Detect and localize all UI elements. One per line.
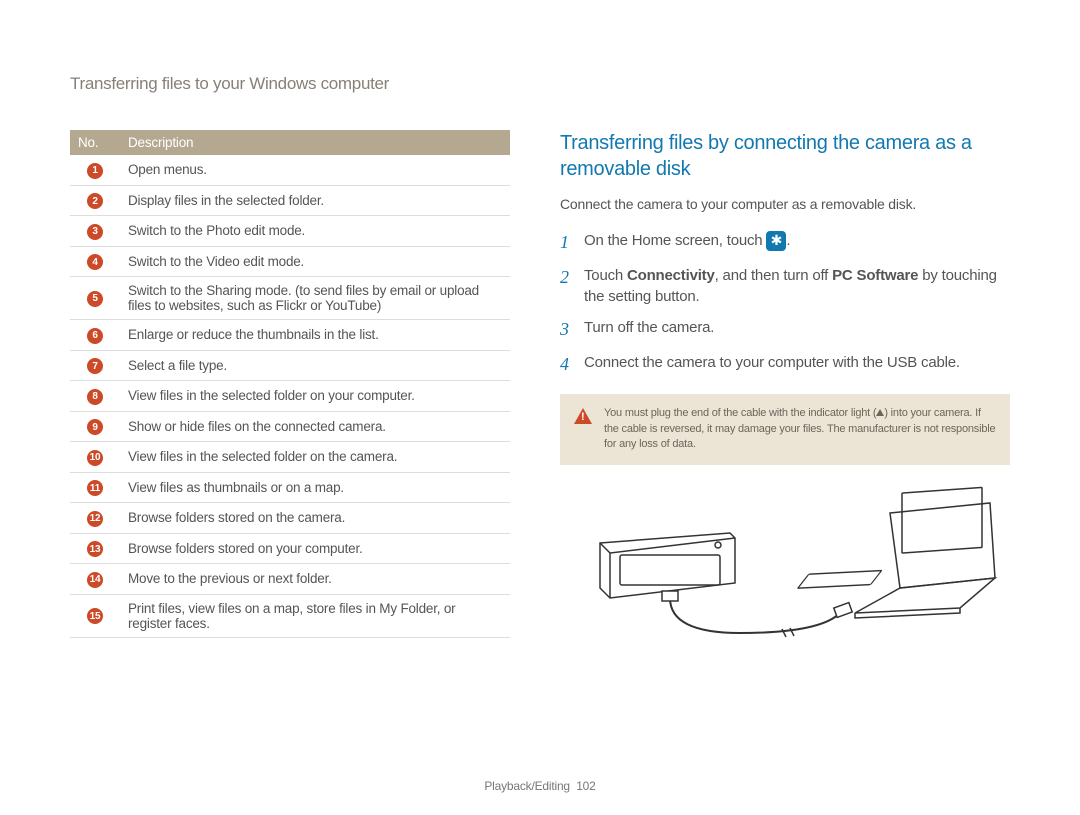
step-number: 4 — [560, 352, 574, 377]
step-number: 3 — [560, 317, 574, 342]
number-bullet-icon: 10 — [87, 450, 103, 466]
row-description: Open menus. — [120, 155, 510, 185]
table-row: 5 Switch to the Sharing mode. (to send fi… — [70, 277, 510, 320]
row-number-cell: 4 — [70, 246, 120, 277]
row-description: Browse folders stored on the camera. — [120, 503, 510, 534]
connection-illustration — [560, 483, 1010, 663]
step-text: Turn off the camera. — [584, 317, 1010, 342]
number-bullet-icon: 7 — [87, 358, 103, 374]
row-number-cell: 8 — [70, 381, 120, 412]
number-bullet-icon: 11 — [87, 480, 103, 496]
warning-icon — [574, 408, 592, 424]
row-number-cell: 10 — [70, 442, 120, 473]
row-number-cell: 1 — [70, 155, 120, 185]
step2-pre: Touch — [584, 267, 627, 284]
number-bullet-icon: 9 — [87, 419, 103, 435]
row-number-cell: 9 — [70, 411, 120, 442]
row-number-cell: 3 — [70, 216, 120, 247]
row-description: Print files, view files on a map, store … — [120, 594, 510, 637]
steps-list: 1 On the Home screen, touch ✱. 2 Touch C… — [560, 230, 1010, 378]
row-description: View files in the selected folder on the… — [120, 442, 510, 473]
table-row: 12 Browse folders stored on the camera. — [70, 503, 510, 534]
step-number: 1 — [560, 230, 574, 255]
step-number: 2 — [560, 265, 574, 307]
number-bullet-icon: 2 — [87, 193, 103, 209]
table-row: 14 Move to the previous or next folder. — [70, 564, 510, 595]
th-no: No. — [70, 130, 120, 155]
row-number-cell: 6 — [70, 320, 120, 351]
row-number-cell: 7 — [70, 350, 120, 381]
row-description: Switch to the Sharing mode. (to send fil… — [120, 277, 510, 320]
number-bullet-icon: 12 — [87, 511, 103, 527]
table-row: 8 View files in the selected folder on yo… — [70, 381, 510, 412]
step2-b1: Connectivity — [627, 267, 715, 284]
row-number-cell: 11 — [70, 472, 120, 503]
left-column: No. Description 1 Open menus. 2 Display fil… — [70, 130, 510, 663]
step2-b2: PC Software — [832, 267, 918, 284]
table-row: 15 Print files, view files on a map, stor… — [70, 594, 510, 637]
note-pre: You must plug the end of the cable with … — [604, 407, 876, 419]
row-description: Switch to the Photo edit mode. — [120, 216, 510, 247]
page-footer: Playback/Editing 102 — [0, 779, 1080, 793]
th-desc: Description — [120, 130, 510, 155]
number-bullet-icon: 4 — [87, 254, 103, 270]
row-number-cell: 5 — [70, 277, 120, 320]
step1-pre: On the Home screen, touch — [584, 232, 766, 249]
table-row: 6 Enlarge or reduce the thumbnails in the… — [70, 320, 510, 351]
step-text: Connect the camera to your computer with… — [584, 352, 1010, 377]
number-bullet-icon: 1 — [87, 163, 103, 179]
row-number-cell: 12 — [70, 503, 120, 534]
step2-mid: , and then turn off — [715, 267, 832, 284]
number-bullet-icon: 6 — [87, 328, 103, 344]
number-bullet-icon: 3 — [87, 224, 103, 240]
table-row: 10 View files in the selected folder on t… — [70, 442, 510, 473]
number-bullet-icon: 13 — [87, 541, 103, 557]
step-text: On the Home screen, touch ✱. — [584, 230, 1010, 255]
row-description: Display files in the selected folder. — [120, 185, 510, 216]
warning-note: You must plug the end of the cable with … — [560, 394, 1010, 466]
table-row: 1 Open menus. — [70, 155, 510, 185]
gear-icon: ✱ — [766, 231, 786, 251]
row-description: Browse folders stored on your computer. — [120, 533, 510, 564]
table-row: 11 View files as thumbnails or on a map. — [70, 472, 510, 503]
row-number-cell: 2 — [70, 185, 120, 216]
row-description: Show or hide files on the connected came… — [120, 411, 510, 442]
row-description: Switch to the Video edit mode. — [120, 246, 510, 277]
row-number-cell: 14 — [70, 564, 120, 595]
number-bullet-icon: 15 — [87, 608, 103, 624]
table-row: 7 Select a file type. — [70, 350, 510, 381]
row-number-cell: 13 — [70, 533, 120, 564]
page-header: Transferring files to your Windows compu… — [70, 74, 1010, 100]
number-bullet-icon: 14 — [87, 572, 103, 588]
section-title: Transferring files by connecting the cam… — [560, 130, 1010, 182]
table-row: 2 Display files in the selected folder. — [70, 185, 510, 216]
table-row: 9 Show or hide files on the connected cam… — [70, 411, 510, 442]
description-table: No. Description 1 Open menus. 2 Display fil… — [70, 130, 510, 638]
table-row: 4 Switch to the Video edit mode. — [70, 246, 510, 277]
right-column: Transferring files by connecting the cam… — [560, 130, 1010, 663]
number-bullet-icon: 5 — [87, 291, 103, 307]
row-description: Enlarge or reduce the thumbnails in the … — [120, 320, 510, 351]
row-description: Move to the previous or next folder. — [120, 564, 510, 595]
row-description: Select a file type. — [120, 350, 510, 381]
table-row: 13 Browse folders stored on your computer… — [70, 533, 510, 564]
table-row: 3 Switch to the Photo edit mode. — [70, 216, 510, 247]
row-description: View files in the selected folder on you… — [120, 381, 510, 412]
row-description: View files as thumbnails or on a map. — [120, 472, 510, 503]
section-intro: Connect the camera to your computer as a… — [560, 196, 1010, 212]
step-text: Touch Connectivity, and then turn off PC… — [584, 265, 1010, 307]
note-text: You must plug the end of the cable with … — [604, 406, 996, 454]
footer-page: 102 — [576, 779, 595, 793]
number-bullet-icon: 8 — [87, 389, 103, 405]
footer-section: Playback/Editing — [484, 779, 570, 793]
row-number-cell: 15 — [70, 594, 120, 637]
